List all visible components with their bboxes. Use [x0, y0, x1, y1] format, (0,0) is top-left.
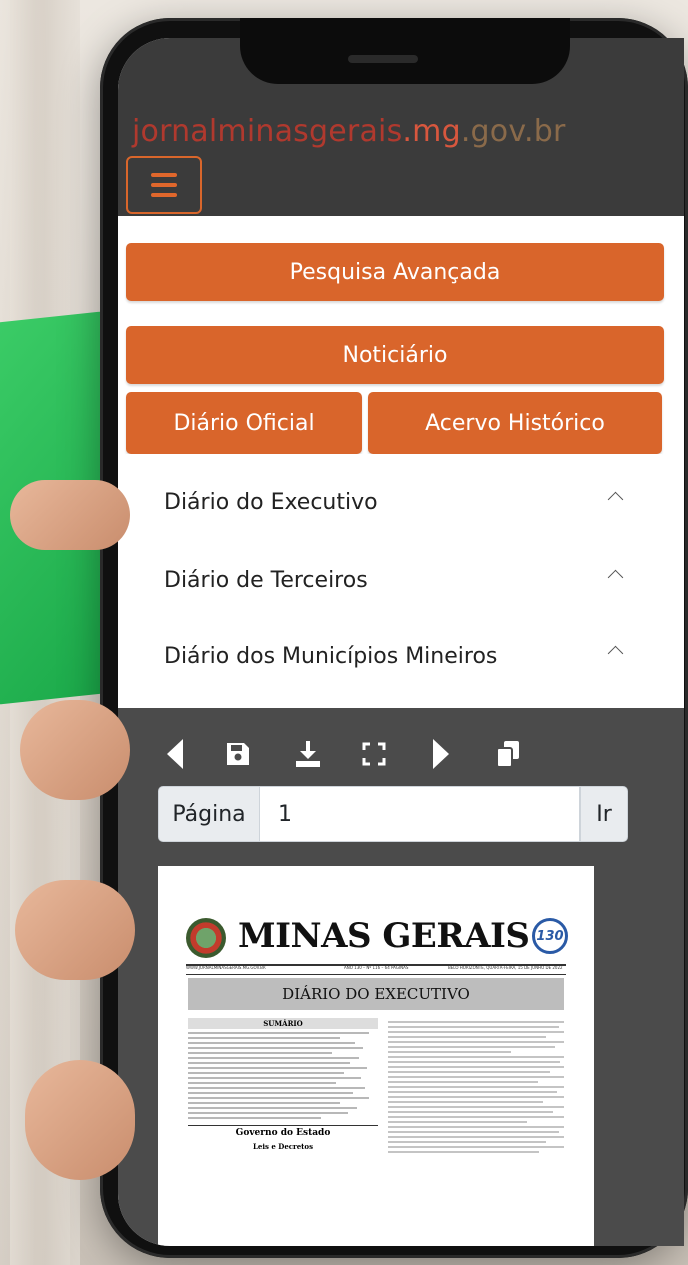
laws-heading: Leis e Decretos	[252, 1142, 314, 1151]
summary-column: SUMÁRIO Governo do Estado Leis e Decreto…	[188, 1018, 378, 1151]
pesquisa-avancada-button[interactable]: Pesquisa Avançada	[126, 243, 664, 301]
fullscreen-icon[interactable]	[354, 734, 394, 774]
masthead-title: MINAS GERAIS	[238, 916, 530, 956]
copy-icon[interactable]	[488, 734, 528, 774]
pdf-viewer: Página Ir MINAS GERAIS 130 WWW.JORNALMIN…	[118, 708, 684, 1246]
save-icon[interactable]	[218, 734, 258, 774]
diario-accordion: Diário do Executivo Diário de Terceiros …	[126, 454, 662, 706]
document-masthead: MINAS GERAIS 130	[186, 916, 568, 962]
noticiario-button[interactable]: Noticiário	[126, 326, 664, 384]
chevron-up-icon	[607, 569, 624, 586]
document-preview[interactable]: MINAS GERAIS 130 WWW.JORNALMINASGERAIS.M…	[158, 866, 594, 1246]
next-page-icon[interactable]	[422, 734, 462, 774]
chevron-up-icon	[607, 491, 624, 508]
meta-right: BELO HORIZONTE, QUARTA-FEIRA, 15 DE JUNH…	[448, 965, 563, 970]
accordion-item-terceiros[interactable]: Diário de Terceiros	[126, 542, 662, 618]
masthead-meta: WWW.JORNALMINASGERAIS.MG.GOV.BR ANO 130 …	[186, 964, 566, 975]
text-column	[388, 1018, 564, 1156]
page-navigator: Página Ir	[158, 786, 628, 842]
phone-speaker	[348, 55, 418, 63]
state-seal-icon	[186, 918, 226, 958]
hamburger-menu-button[interactable]	[126, 156, 202, 214]
accordion-label: Diário de Terceiros	[164, 567, 368, 593]
anniversary-badge: 130	[532, 918, 568, 954]
summary-title: SUMÁRIO	[188, 1018, 378, 1029]
finger	[15, 880, 135, 980]
page-number-input[interactable]	[260, 786, 580, 842]
prev-page-icon[interactable]	[154, 734, 194, 774]
section-banner: DIÁRIO DO EXECUTIVO	[188, 978, 564, 1010]
menu-icon	[151, 173, 177, 177]
phone-screen: jornalminasgerais.mg.gov.br Pesquisa Ava…	[118, 38, 684, 1246]
phone-notch	[240, 18, 570, 84]
url-part-c: .gov.br	[460, 114, 566, 149]
meta-left: WWW.JORNALMINASGERAIS.MG.GOV.BR	[186, 965, 266, 970]
site-url[interactable]: jornalminasgerais.mg.gov.br	[132, 114, 565, 149]
download-icon[interactable]	[288, 734, 328, 774]
accordion-item-municipios[interactable]: Diário dos Municípios Mineiros	[126, 618, 662, 694]
url-part-a: jornalminasgerais	[132, 114, 403, 149]
accordion-label: Diário do Executivo	[164, 489, 378, 515]
government-heading: Governo do Estado	[188, 1125, 378, 1138]
url-part-b: .mg	[402, 114, 461, 149]
go-button[interactable]: Ir	[580, 786, 628, 842]
finger	[20, 700, 130, 800]
finger	[25, 1060, 135, 1180]
accordion-item-executivo[interactable]: Diário do Executivo	[126, 464, 662, 540]
summary-lines	[188, 1032, 378, 1119]
page-label: Página	[158, 786, 260, 842]
chevron-up-icon	[607, 645, 624, 662]
diario-oficial-button[interactable]: Diário Oficial	[126, 392, 362, 454]
acervo-historico-button[interactable]: Acervo Histórico	[368, 392, 662, 454]
thumb	[10, 480, 130, 550]
accordion-label: Diário dos Municípios Mineiros	[164, 643, 498, 669]
meta-mid: ANO 130 – Nº 116 – 64 PÁGINAS	[344, 965, 409, 970]
